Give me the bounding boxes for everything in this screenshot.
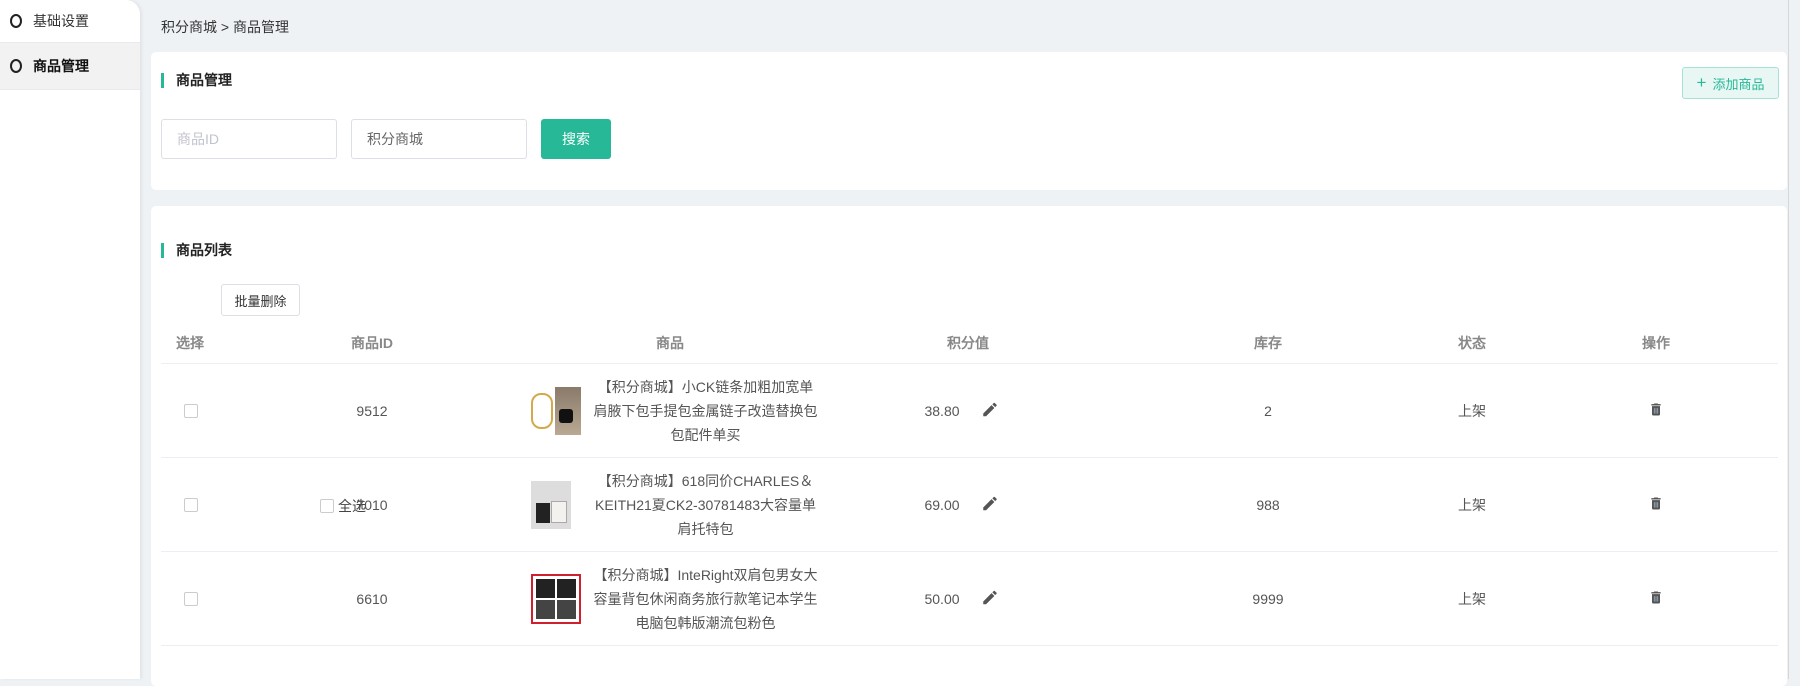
product-thumbnail [531, 480, 583, 530]
column-header: 积分值 [947, 334, 989, 351]
search-button[interactable]: 搜索 [541, 119, 611, 159]
scrollbar[interactable] [1788, 0, 1800, 679]
product-table: 选择 商品ID 商品 积分值 库存 状态 操作 9512 【积分商城】小CK链条… [161, 322, 1778, 646]
table-row: 7010 【积分商城】618同价CHARLES＆KEITH21夏CK2-3078… [161, 458, 1778, 552]
row-checkbox[interactable] [184, 591, 198, 606]
status-label: 上架 [1458, 590, 1486, 607]
delete-trash-icon[interactable] [1648, 495, 1664, 515]
sidebar-item-basic-settings[interactable]: 基础设置 [0, 0, 140, 42]
add-product-label: 添加商品 [1712, 76, 1765, 92]
product-title[interactable]: 【积分商城】InteRight双肩包男女大容量背包休闲商务旅行款笔记本学生电脑包… [593, 563, 818, 635]
column-header: 选择 [176, 334, 204, 351]
product-id-input[interactable] [161, 119, 337, 159]
column-header: 商品 [656, 334, 684, 351]
stock-value: 2 [1264, 402, 1272, 419]
row-checkbox[interactable] [184, 497, 198, 512]
edit-pencil-icon[interactable] [981, 588, 999, 609]
circle-icon [10, 14, 22, 28]
sidebar-item-label: 商品管理 [33, 58, 89, 74]
status-label: 上架 [1458, 496, 1486, 513]
product-title[interactable]: 【积分商城】618同价CHARLES＆KEITH21夏CK2-30781483大… [593, 469, 818, 541]
column-header: 库存 [1254, 334, 1282, 351]
section-title: 商品管理 [161, 73, 232, 88]
sidebar-item-label: 基础设置 [33, 13, 89, 29]
product-cell: 【积分商城】小CK链条加粗加宽单肩腋下包手提包金属链子改造替换包包配件单买 [531, 375, 981, 447]
edit-pencil-icon[interactable] [981, 400, 999, 421]
product-id: 6610 [356, 590, 388, 607]
shop-input[interactable] [351, 119, 527, 159]
product-cell: 【积分商城】618同价CHARLES＆KEITH21夏CK2-30781483大… [531, 469, 981, 541]
sidebar-item-product-management[interactable]: 商品管理 [0, 42, 140, 90]
table-row: 6610 【积分商城】InteRight双肩包男女大容量背包休闲商务旅行款笔记本… [161, 552, 1778, 646]
points-value: 50.00 [924, 590, 960, 607]
product-management-card: 商品管理 + 添加商品 搜索 [151, 52, 1787, 190]
stock-value: 988 [1256, 496, 1280, 513]
delete-trash-icon[interactable] [1648, 589, 1664, 609]
product-thumbnail [531, 386, 583, 436]
breadcrumb: 积分商城 > 商品管理 [161, 19, 289, 35]
points-value: 38.80 [924, 402, 960, 419]
circle-icon [10, 59, 22, 73]
product-title[interactable]: 【积分商城】小CK链条加粗加宽单肩腋下包手提包金属链子改造替换包包配件单买 [593, 375, 818, 447]
table-row: 9512 【积分商城】小CK链条加粗加宽单肩腋下包手提包金属链子改造替换包包配件… [161, 364, 1778, 458]
table-header: 选择 商品ID 商品 积分值 库存 状态 操作 [161, 322, 1778, 364]
sidebar: 基础设置 商品管理 [0, 0, 140, 679]
row-checkbox[interactable] [184, 403, 198, 418]
product-id: 9512 [356, 402, 388, 419]
product-thumbnail [531, 573, 583, 624]
points-value: 69.00 [924, 496, 960, 513]
product-id: 7010 [356, 496, 388, 513]
product-cell: 【积分商城】InteRight双肩包男女大容量背包休闲商务旅行款笔记本学生电脑包… [531, 563, 981, 635]
stock-value: 9999 [1252, 590, 1284, 607]
column-header: 状态 [1458, 334, 1486, 351]
delete-trash-icon[interactable] [1648, 401, 1664, 421]
plus-icon: + [1696, 73, 1707, 92]
status-label: 上架 [1458, 402, 1486, 419]
section-title: 商品列表 [161, 243, 232, 258]
column-header: 商品ID [351, 334, 393, 351]
column-header: 操作 [1642, 334, 1670, 351]
add-product-button[interactable]: + 添加商品 [1682, 67, 1779, 99]
bulk-delete-button[interactable]: 批量删除 [221, 284, 300, 316]
edit-pencil-icon[interactable] [981, 494, 999, 515]
